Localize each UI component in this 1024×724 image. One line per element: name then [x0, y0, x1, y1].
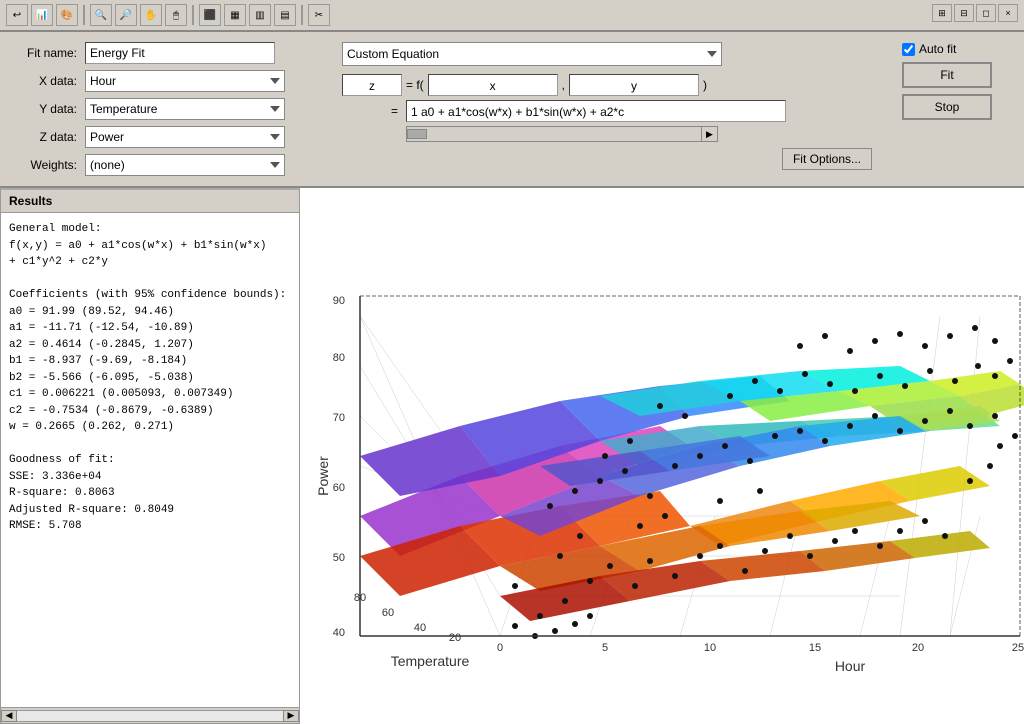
comma: , [562, 78, 565, 92]
weights-select[interactable]: (none) [85, 154, 285, 176]
x-data-select[interactable]: Hour [85, 70, 285, 92]
goodness-adj-rsq: Adjusted R-square: 0.8049 [9, 502, 291, 519]
win-columns-btn[interactable]: ⊟ [954, 4, 974, 22]
win-tile-btn[interactable]: ⊞ [932, 4, 952, 22]
fit-button[interactable]: Fit [902, 62, 992, 88]
scroll-left-btn[interactable]: ◀ [1, 710, 17, 722]
equation-type-select[interactable]: Custom Equation [342, 42, 722, 66]
toolbar-btn-grid4[interactable]: ▤ [274, 4, 296, 26]
y-data-label: Y data: [12, 102, 77, 116]
auto-fit-label[interactable]: Auto fit [919, 42, 956, 56]
toolbar-btn-zoomin[interactable]: 🔍 [90, 4, 112, 26]
temperature-axis-label: Temperature [391, 653, 470, 669]
scroll-right-btn2[interactable]: ▶ [283, 710, 299, 722]
chart-area: Hour Temperature Power 0 5 10 15 20 25 2… [300, 188, 1024, 724]
close-paren: ) [703, 78, 707, 92]
z-variable-box: z [342, 74, 402, 96]
toolbar-btn-chart[interactable]: 📊 [31, 4, 53, 26]
goodness-sse: SSE: 3.336e+04 [9, 469, 291, 486]
tick-power-50: 50 [333, 552, 345, 564]
tick-hour-10: 10 [704, 642, 716, 654]
toolbar-separator [83, 5, 85, 25]
weights-label: Weights: [12, 158, 77, 172]
toolbar-separator3 [301, 5, 303, 25]
general-model-eq: f(x,y) = a0 + a1*cos(w*x) + b1*sin(w*x) [9, 238, 291, 255]
y-data-select[interactable]: Temperature [85, 98, 285, 120]
goodness-title: Goodness of fit: [9, 452, 291, 469]
tick-power-70: 70 [333, 412, 345, 424]
tick-power-80: 80 [333, 352, 345, 364]
fit-name-input[interactable] [85, 42, 275, 64]
auto-fit-row: Auto fit [902, 42, 956, 56]
x-data-label: X data: [12, 74, 77, 88]
eq-sign: = f( [406, 78, 424, 92]
goodness-rmse: RMSE: 5.708 [9, 518, 291, 535]
coef-c2: c2 = -0.7534 (-0.8679, -0.6389) [9, 403, 291, 420]
window-controls: ⊞ ⊟ ◻ × [932, 4, 1018, 22]
formula-scrollbar[interactable]: ▶ [406, 126, 718, 142]
x-arg-box[interactable]: x [428, 74, 558, 96]
toolbar-btn-back[interactable]: ↩ [6, 4, 28, 26]
general-model-eq2: + c1*y^2 + c2*y [9, 254, 291, 271]
coef-b1: b1 = -8.937 (-9.69, -8.184) [9, 353, 291, 370]
formula-box[interactable]: 1 a0 + a1*cos(w*x) + b1*sin(w*x) + a2*c [406, 100, 786, 122]
tick-hour-15: 15 [809, 642, 821, 654]
coef-a2: a2 = 0.4614 (-0.2845, 1.207) [9, 337, 291, 354]
results-scrollbar[interactable]: ◀ ▶ [1, 707, 299, 723]
stop-button[interactable]: Stop [902, 94, 992, 120]
fit-name-label: Fit name: [12, 46, 77, 60]
coef-a1: a1 = -11.71 (-12.54, -10.89) [9, 320, 291, 337]
toolbar-btn-zoomout[interactable]: 🔎 [115, 4, 137, 26]
toolbar-btn-grid1[interactable]: ⬛ [199, 4, 221, 26]
toolbar-btn-pan[interactable]: ✋ [140, 4, 162, 26]
tick-hour-25: 25 [1012, 642, 1024, 654]
toolbar-btn-cut[interactable]: ✂ [308, 4, 330, 26]
toolbar: ↩ 📊 🎨 🔍 🔎 ✋ 🖱 ⬛ ▦ ▥ ▤ ✂ [6, 4, 330, 26]
tick-hour-0: 0 [497, 642, 503, 654]
toolbar-btn-cursor[interactable]: 🖱 [165, 4, 187, 26]
equals-sign: = [342, 104, 402, 118]
coef-w: w = 0.2665 (0.262, 0.271) [9, 419, 291, 436]
tick-temp-60: 60 [382, 607, 394, 619]
coefficients-title: Coefficients (with 95% confidence bounds… [9, 287, 291, 304]
win-maximize-btn[interactable]: ◻ [976, 4, 996, 22]
results-content: General model: f(x,y) = a0 + a1*cos(w*x)… [1, 213, 299, 707]
z-data-select[interactable]: Power [85, 126, 285, 148]
tick-hour-20: 20 [912, 642, 924, 654]
y-arg-box[interactable]: y [569, 74, 699, 96]
toolbar-btn-grid2[interactable]: ▦ [224, 4, 246, 26]
tick-temp-80: 80 [354, 592, 366, 604]
toolbar-separator2 [192, 5, 194, 25]
3d-chart: Hour Temperature Power 0 5 10 15 20 25 2… [300, 188, 1024, 724]
results-header: Results [1, 190, 299, 213]
z-data-label: Z data: [12, 130, 77, 144]
win-close-btn[interactable]: × [998, 4, 1018, 22]
auto-fit-checkbox[interactable] [902, 43, 915, 56]
coef-a0: a0 = 91.99 (89.52, 94.46) [9, 304, 291, 321]
tick-hour-5: 5 [602, 642, 608, 654]
fit-options-button[interactable]: Fit Options... [782, 148, 872, 170]
coef-c1: c1 = 0.006221 (0.005093, 0.007349) [9, 386, 291, 403]
tick-temp-40: 40 [414, 622, 426, 634]
hour-axis-label: Hour [835, 658, 866, 674]
tick-power-90: 90 [333, 295, 345, 307]
tick-power-40: 40 [333, 627, 345, 639]
power-axis-label: Power [315, 456, 331, 496]
scroll-right-btn[interactable]: ▶ [701, 127, 717, 141]
tick-power-60: 60 [333, 482, 345, 494]
toolbar-btn-color[interactable]: 🎨 [56, 4, 78, 26]
toolbar-btn-grid3[interactable]: ▥ [249, 4, 271, 26]
general-model-title: General model: [9, 221, 291, 238]
goodness-rsq: R-square: 0.8063 [9, 485, 291, 502]
coef-b2: b2 = -5.566 (-6.095, -5.038) [9, 370, 291, 387]
tick-temp-20: 20 [449, 632, 461, 644]
